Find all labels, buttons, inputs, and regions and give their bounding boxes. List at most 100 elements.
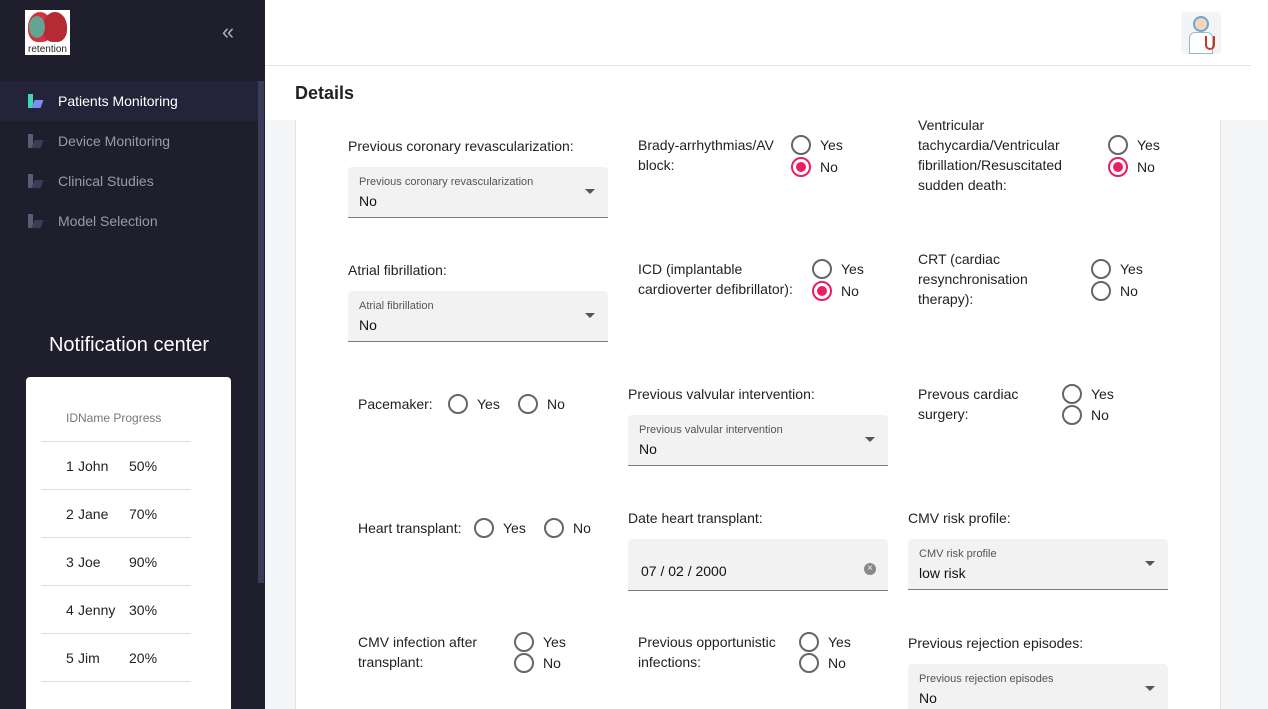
- cmv-infection-yes-radio[interactable]: Yes: [514, 632, 566, 652]
- brady-label: Brady-arrhythmias/AV block:: [638, 137, 774, 173]
- row-name: Jane: [78, 505, 109, 522]
- sidebar-item-patients-monitoring[interactable]: Patients Monitoring: [0, 81, 258, 121]
- radio-label: No: [841, 283, 859, 299]
- opportunistic-yes-radio[interactable]: Yes: [799, 632, 851, 652]
- heart-tx-no-radio[interactable]: No: [544, 518, 591, 538]
- pacemaker-yes-radio[interactable]: Yes: [448, 394, 500, 414]
- top-bar: [265, 0, 1251, 66]
- radio-label: Yes: [841, 261, 864, 277]
- table-row[interactable]: 2 Jane 70%: [41, 490, 191, 538]
- icd-yes-radio[interactable]: Yes: [812, 259, 864, 279]
- cardiac-surgery-no-radio[interactable]: No: [1062, 405, 1109, 425]
- select-value: low risk: [919, 565, 966, 581]
- sidebar-item-label: Patients Monitoring: [58, 93, 178, 109]
- cmv-infection-no-radio[interactable]: No: [514, 653, 561, 673]
- select-value: No: [359, 193, 377, 209]
- row-id: 1: [66, 457, 74, 474]
- details-header: Details: [265, 66, 1251, 120]
- clear-date-icon[interactable]: ×: [864, 563, 876, 575]
- row-progress: 50%: [129, 457, 158, 474]
- radio-label: Yes: [820, 137, 843, 153]
- module-icon: [28, 134, 44, 148]
- row-name: Joe: [78, 553, 101, 570]
- table-row[interactable]: 5 Jim 20%: [41, 634, 191, 682]
- valvular-label: Previous valvular intervention:: [628, 386, 815, 402]
- row-id: 5: [66, 649, 74, 666]
- collapse-sidebar-icon[interactable]: «: [218, 20, 238, 44]
- valvular-select[interactable]: Previous valvular intervention No: [628, 415, 888, 466]
- heart-tx-yes-radio[interactable]: Yes: [474, 518, 526, 538]
- opportunistic-no-radio[interactable]: No: [799, 653, 846, 673]
- radio-label: Yes: [1120, 261, 1143, 277]
- table-row[interactable]: 3 Joe 90%: [41, 538, 191, 586]
- module-icon: [28, 214, 44, 228]
- af-select[interactable]: Atrial fibrillation No: [348, 291, 608, 342]
- row-id: 4: [66, 601, 74, 618]
- select-value: No: [359, 317, 377, 333]
- radio-label: Yes: [828, 634, 851, 650]
- select-floating-label: Previous rejection episodes: [919, 673, 1054, 685]
- sidebar: retention « Patients Monitoring Device M…: [0, 0, 265, 709]
- radio-label: Yes: [1137, 137, 1160, 153]
- notification-card: ID Name Progress 1 John 50% 2 Jane 70% 3 Joe 90…: [26, 377, 231, 709]
- brady-no-radio[interactable]: No: [791, 157, 838, 177]
- cardiac-surgery-label: Prevous cardiac surgery:: [918, 386, 1019, 422]
- cardiac-surgery-yes-radio[interactable]: Yes: [1062, 384, 1114, 404]
- icd-no-radio[interactable]: No: [812, 281, 859, 301]
- radio-label: No: [1137, 159, 1155, 175]
- radio-label: No: [1120, 283, 1138, 299]
- crt-yes-radio[interactable]: Yes: [1091, 259, 1143, 279]
- vt-yes-radio[interactable]: Yes: [1108, 135, 1160, 155]
- rejection-label: Previous rejection episodes:: [908, 635, 1084, 651]
- radio-label: No: [828, 655, 846, 671]
- af-label: Atrial fibrillation:: [348, 262, 447, 278]
- page-title: Details: [295, 83, 355, 103]
- select-floating-label: Previous coronary revascularization: [359, 176, 534, 188]
- pacemaker-label: Pacemaker:: [358, 396, 433, 412]
- module-icon: [28, 174, 44, 188]
- column-header-id: ID: [66, 411, 78, 425]
- radio-label: No: [1091, 407, 1109, 423]
- vt-no-radio[interactable]: No: [1108, 157, 1155, 177]
- notification-center-title: Notification center: [48, 334, 210, 356]
- crt-no-radio[interactable]: No: [1091, 281, 1138, 301]
- rejection-select[interactable]: Previous rejection episodes No: [908, 664, 1168, 709]
- radio-label: No: [547, 396, 565, 412]
- row-progress: 30%: [129, 601, 158, 618]
- dropdown-arrow-icon: [585, 189, 595, 194]
- retention-logo[interactable]: retention: [25, 10, 70, 55]
- sidebar-item-label: Device Monitoring: [58, 133, 171, 149]
- select-value: No: [639, 441, 657, 457]
- row-id: 3: [66, 553, 74, 570]
- prev-revasc-label: Previous coronary revascularization:: [348, 138, 574, 154]
- pacemaker-no-radio[interactable]: No: [518, 394, 565, 414]
- radio-label: No: [543, 655, 561, 671]
- brady-yes-radio[interactable]: Yes: [791, 135, 843, 155]
- dropdown-arrow-icon: [1145, 561, 1155, 566]
- radio-label: Yes: [477, 396, 500, 412]
- user-avatar[interactable]: [1181, 12, 1221, 54]
- table-row[interactable]: 4 Jenny 30%: [41, 586, 191, 634]
- date-tx-input[interactable]: 07 / 02 / 2000 ×: [628, 539, 888, 591]
- table-header: ID Name Progress: [41, 395, 191, 442]
- prev-revasc-select[interactable]: Previous coronary revascularization No: [348, 167, 608, 218]
- row-progress: 20%: [129, 649, 158, 666]
- row-name: Jenny: [78, 601, 116, 618]
- row-name: John: [78, 457, 109, 474]
- vt-label: Ventricular tachycardia/Ventricular fibr…: [918, 120, 1062, 193]
- crt-label: CRT (cardiac resynchronisation therapy):: [918, 251, 1028, 307]
- dropdown-arrow-icon: [1145, 686, 1155, 691]
- sidebar-item-model-selection[interactable]: Model Selection: [0, 201, 258, 241]
- table-row[interactable]: 1 John 50%: [41, 442, 191, 490]
- row-name: Jim: [78, 649, 100, 666]
- logo-text: retention: [28, 44, 67, 55]
- sidebar-scrollbar[interactable]: [258, 81, 264, 583]
- sidebar-item-clinical-studies[interactable]: Clinical Studies: [0, 161, 258, 201]
- column-header-progress: Progress: [113, 411, 162, 425]
- radio-label: No: [573, 520, 591, 536]
- cmv-infection-label: CMV infection after transplant:: [358, 634, 478, 670]
- select-floating-label: Previous valvular intervention: [639, 424, 783, 436]
- sidebar-item-device-monitoring[interactable]: Device Monitoring: [0, 121, 258, 161]
- cmv-risk-select[interactable]: CMV risk profile low risk: [908, 539, 1168, 590]
- details-form: Previous coronary revascularization: Pre…: [295, 120, 1221, 709]
